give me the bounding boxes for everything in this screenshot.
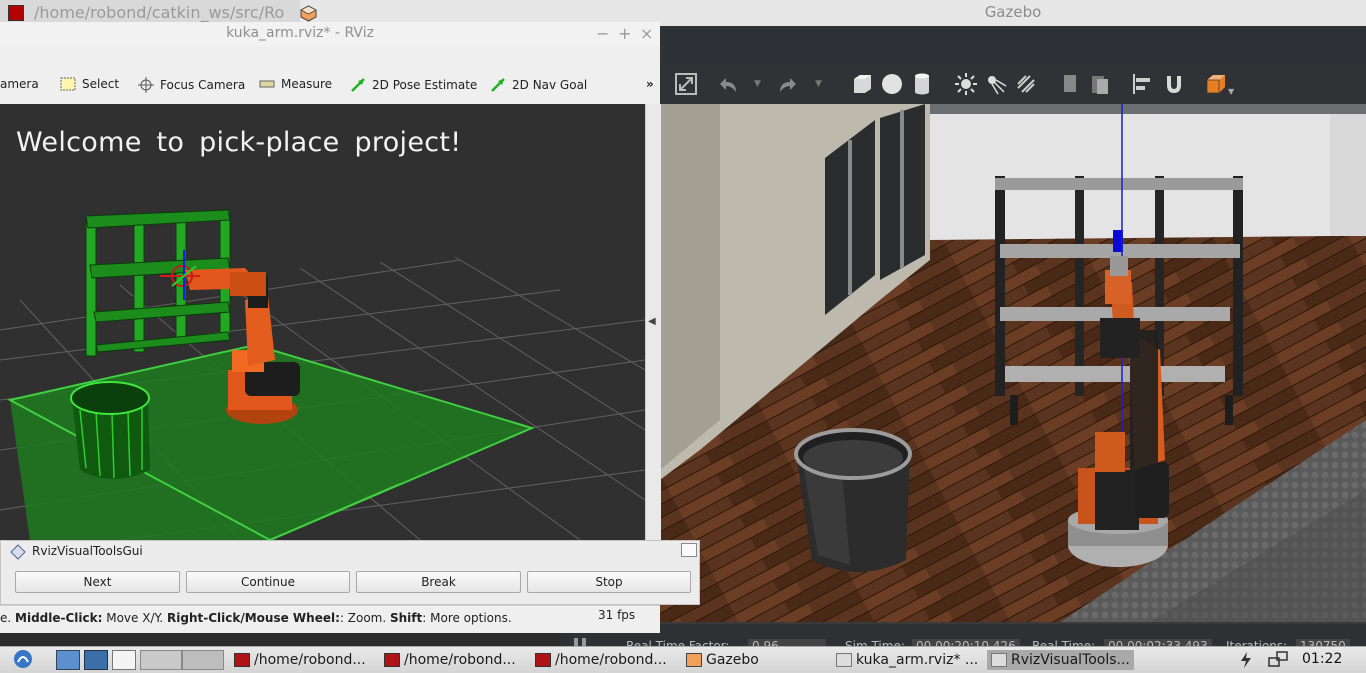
minimize-icon[interactable]: − [596, 24, 609, 43]
gazebo-toolbar: ▼ ▼ ▼ [660, 64, 1366, 105]
next-button[interactable]: Next [15, 571, 180, 593]
taskbar-item-label: /home/robond... [555, 652, 667, 668]
taskbar-item-rviz-visual-tools[interactable]: RvizVisualTools... [987, 650, 1134, 670]
tool-move-camera[interactable]: amera [0, 77, 39, 91]
tool-measure[interactable]: Measure [259, 77, 332, 91]
maximize-icon[interactable]: + [618, 24, 631, 43]
tool-label: Focus Camera [160, 78, 246, 92]
status-right-click: Right-Click/Mouse Wheel: [167, 611, 340, 625]
terminal-icon [234, 653, 250, 667]
paste-icon[interactable] [1088, 72, 1112, 96]
tool-label: 2D Nav Goal [512, 78, 588, 92]
tool-label: 2D Pose Estimate [372, 78, 478, 92]
status-right-click-desc: : Zoom. [339, 611, 390, 625]
rviz-toolbar: amera Select Focus Camera Measure 2D Pos… [0, 66, 660, 105]
tool-label: Select [82, 77, 120, 91]
terminal-launcher-icon[interactable] [112, 650, 136, 670]
taskbar-item-label: Gazebo [706, 652, 759, 668]
status-shift: Shift [390, 611, 423, 625]
status-middle-click: Middle-Click: [15, 611, 103, 625]
point-light-icon[interactable] [954, 72, 978, 96]
bucket-marker [70, 381, 150, 479]
terminal-icon [535, 653, 551, 667]
taskbar-item-terminal-3[interactable]: /home/robond... [535, 650, 667, 670]
rviz-menubar-area [0, 46, 660, 66]
gazebo-status-bar: Real Time Factor: 0.96 Sim Time: 00 00:2… [560, 624, 1366, 653]
power-icon[interactable] [1238, 651, 1254, 669]
fullscreen-icon[interactable] [674, 72, 698, 96]
fps-counter: 31 fps [598, 608, 636, 622]
select-icon [60, 77, 76, 91]
sphere-shape-icon[interactable] [880, 72, 904, 96]
align-icon[interactable] [1130, 72, 1154, 96]
taskbar-item-gazebo[interactable]: Gazebo [686, 650, 759, 670]
clock[interactable]: 01:22 [1302, 651, 1342, 667]
welcome-text-overlay: Welcome to pick-place project! [16, 127, 462, 158]
undo-icon[interactable] [716, 72, 740, 96]
directional-light-icon[interactable] [1014, 72, 1038, 96]
status-shift-desc: : More options. [422, 611, 512, 625]
status-prefix: e. [0, 611, 16, 625]
gazebo-icon [686, 653, 702, 667]
taskbar-item-terminal-1[interactable]: /home/robond... [234, 650, 366, 670]
workspace-switcher-2[interactable] [182, 650, 224, 670]
undo-dropdown-icon[interactable]: ▼ [754, 79, 761, 89]
tool-2d-nav-goal[interactable]: 2D Nav Goal [490, 77, 587, 93]
redo-dropdown-icon[interactable]: ▼ [815, 79, 822, 89]
tool-label: Measure [281, 77, 332, 91]
start-menu-icon[interactable] [10, 648, 36, 670]
status-hint-text: e. Middle-Click: Move X/Y. Right-Click/M… [0, 611, 512, 625]
workspace-switcher[interactable] [140, 650, 182, 670]
tool-select[interactable]: Select [60, 77, 119, 91]
panel-diamond-icon [10, 544, 26, 560]
gazebo-3d-viewport[interactable] [660, 104, 1366, 624]
collapse-panel-icon[interactable]: ◀ [648, 316, 656, 327]
view-angle-icon[interactable] [1204, 72, 1228, 96]
break-button[interactable]: Break [356, 571, 521, 593]
show-desktop-icon[interactable] [56, 650, 80, 670]
cylinder-shape-icon[interactable] [910, 72, 934, 96]
nav-goal-arrow-icon [491, 78, 505, 92]
snap-icon[interactable] [1162, 72, 1186, 96]
rviz-3d-viewport[interactable] [0, 104, 645, 540]
close-icon[interactable]: × [640, 24, 653, 43]
continue-button[interactable]: Continue [186, 571, 350, 593]
float-panel-button[interactable] [681, 543, 697, 557]
rviz-icon [836, 653, 852, 667]
gazebo-menubar [660, 26, 1366, 64]
visual-tools-title: RvizVisualToolsGui [32, 544, 143, 558]
gazebo-window-title: Gazebo [984, 3, 1042, 21]
taskbar-item-label: /home/robond... [254, 652, 366, 668]
focus-camera-icon [138, 77, 154, 93]
network-icon[interactable] [1268, 650, 1290, 668]
terminal-icon [384, 653, 400, 667]
status-middle-click-desc: Move X/Y. [102, 611, 168, 625]
taskbar-item-label: RvizVisualTools... [1011, 652, 1130, 668]
box-shape-icon[interactable] [850, 72, 874, 96]
taskbar-item-terminal-2[interactable]: /home/robond... [384, 650, 516, 670]
taskbar-item-rviz[interactable]: kuka_arm.rviz* ... [836, 650, 978, 670]
redo-icon[interactable] [776, 72, 800, 96]
pose-estimate-arrow-icon [351, 78, 365, 92]
tool-label: amera [0, 77, 39, 91]
gazebo-icon [300, 5, 317, 22]
measure-icon [259, 80, 275, 88]
rviz-window-title: kuka_arm.rviz* - RViz [226, 25, 374, 41]
spot-light-icon[interactable] [984, 72, 1008, 96]
copy-icon[interactable] [1058, 72, 1082, 96]
terminal-window-title: /home/robond/catkin_ws/src/Ro [34, 3, 285, 22]
rviz-icon [991, 653, 1007, 667]
stop-button[interactable]: Stop [527, 571, 691, 593]
toolbar-overflow-button[interactable]: » [646, 77, 654, 91]
tool-focus-camera[interactable]: Focus Camera [138, 77, 245, 93]
rviz-window-titlebar[interactable]: kuka_arm.rviz* - RViz − + × [0, 22, 660, 47]
view-angle-dropdown-icon[interactable]: ▼ [1228, 87, 1234, 96]
terminal-icon [8, 5, 24, 21]
taskbar-item-label: /home/robond... [404, 652, 516, 668]
taskbar-item-label: kuka_arm.rviz* ... [856, 652, 979, 668]
file-manager-icon[interactable] [84, 650, 108, 670]
tool-2d-pose-estimate[interactable]: 2D Pose Estimate [350, 77, 477, 93]
bucket-model [794, 428, 912, 572]
